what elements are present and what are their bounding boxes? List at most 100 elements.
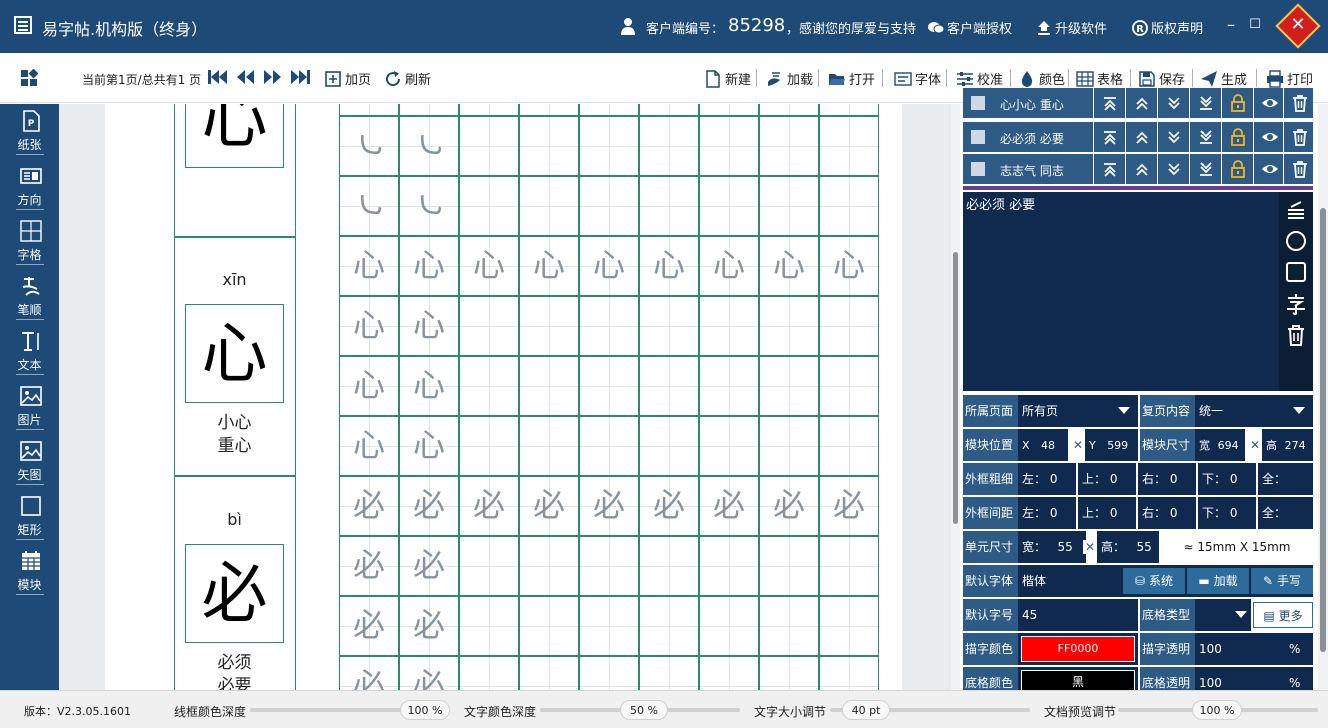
table-button[interactable]: 表格 bbox=[1076, 69, 1123, 88]
grid-cell[interactable] bbox=[519, 356, 579, 416]
height-field[interactable]: 高 274 bbox=[1262, 429, 1313, 461]
grid-cell[interactable] bbox=[639, 416, 699, 476]
open-button[interactable]: 打开 bbox=[828, 69, 875, 88]
first-page-icon[interactable] bbox=[206, 67, 228, 87]
sidebar-item-orientation[interactable]: 方向 bbox=[0, 161, 59, 213]
text-editor[interactable]: 必必须 必要 bbox=[963, 192, 1313, 391]
font-value-field[interactable]: 楷体 bbox=[1018, 565, 1122, 597]
copyright-link[interactable]: R 版权声明 bbox=[1132, 18, 1203, 37]
cell-width-field[interactable]: 宽： 55 bbox=[1018, 531, 1086, 563]
text-depth-value[interactable]: 50 % bbox=[620, 700, 668, 720]
grid-cell[interactable] bbox=[699, 176, 759, 236]
maximize-button[interactable]: ☐ bbox=[1244, 14, 1266, 36]
font-button[interactable]: 字体 bbox=[894, 69, 941, 88]
grid-cell[interactable]: 心 bbox=[399, 416, 459, 476]
cell-height-field[interactable]: 高： 55 bbox=[1097, 531, 1159, 563]
sidebar-item-picture[interactable]: 图片 bbox=[0, 381, 59, 433]
link-icon[interactable]: ✕ bbox=[1083, 540, 1097, 554]
grid-cell[interactable] bbox=[579, 356, 639, 416]
lock-button[interactable] bbox=[1221, 88, 1253, 119]
grid-cell[interactable]: 必 bbox=[699, 476, 759, 536]
grid-cell[interactable] bbox=[519, 536, 579, 596]
line-depth-value[interactable]: 100 % bbox=[400, 700, 450, 720]
grid-cell[interactable] bbox=[459, 356, 519, 416]
trace-color-swatch[interactable]: FF0000 bbox=[1021, 636, 1135, 662]
grid-cell[interactable]: 心 bbox=[339, 416, 399, 476]
grid-cell[interactable] bbox=[819, 176, 879, 236]
grid-cell[interactable] bbox=[519, 656, 579, 690]
minimize-button[interactable]: – bbox=[1220, 14, 1242, 36]
grid-cell[interactable] bbox=[639, 176, 699, 236]
grid-cell[interactable] bbox=[579, 296, 639, 356]
upgrade-link[interactable]: 升级软件 bbox=[1036, 18, 1107, 37]
grid-cell[interactable]: 必 bbox=[579, 476, 639, 536]
grid-cell[interactable] bbox=[639, 296, 699, 356]
sidebar-item-text[interactable]: 文本 bbox=[0, 326, 59, 378]
grid-cell[interactable]: 必 bbox=[819, 476, 879, 536]
circle-icon[interactable] bbox=[1285, 230, 1307, 252]
grid-cell[interactable]: 心 bbox=[339, 296, 399, 356]
chevrons-bottom-button[interactable] bbox=[1189, 122, 1221, 153]
chevrons-top-button[interactable] bbox=[1093, 88, 1125, 119]
grid-cell[interactable]: 心 bbox=[339, 356, 399, 416]
grid-cell[interactable] bbox=[639, 116, 699, 176]
sidebar-item-grid-cell[interactable]: 字格 bbox=[0, 216, 59, 268]
grid-cell[interactable] bbox=[819, 296, 879, 356]
sidebar-item-rectangle[interactable]: 矩形 bbox=[0, 491, 59, 543]
scrollbar-thumb[interactable] bbox=[953, 252, 958, 524]
grid-cell[interactable]: 心 bbox=[399, 236, 459, 296]
grid-cell[interactable] bbox=[339, 104, 399, 116]
square-icon[interactable] bbox=[1285, 261, 1307, 283]
grid-cell[interactable] bbox=[579, 536, 639, 596]
trace-alpha-field[interactable]: 100 % bbox=[1195, 633, 1313, 665]
visibility-button[interactable] bbox=[1253, 122, 1285, 153]
grid-cell[interactable] bbox=[519, 296, 579, 356]
grid-cell[interactable] bbox=[699, 116, 759, 176]
grid-cell[interactable] bbox=[759, 296, 819, 356]
sidebar-item-module[interactable]: 模块 bbox=[0, 546, 59, 598]
grid-cell[interactable]: 心 bbox=[519, 236, 579, 296]
last-page-icon[interactable] bbox=[290, 67, 312, 87]
grid-cell[interactable]: ㇃ bbox=[339, 116, 399, 176]
prev-page-icon[interactable] bbox=[234, 67, 256, 87]
grid-cell[interactable] bbox=[519, 104, 579, 116]
grid-cell[interactable]: 必 bbox=[459, 476, 519, 536]
grid-cell[interactable]: 必 bbox=[339, 476, 399, 536]
grid-cell[interactable] bbox=[759, 596, 819, 656]
grid-cell[interactable] bbox=[639, 656, 699, 690]
grid-cell[interactable]: 必 bbox=[399, 596, 459, 656]
x-field[interactable]: X 48 bbox=[1018, 429, 1068, 461]
grid-cell[interactable] bbox=[759, 104, 819, 116]
more-button[interactable]: ▤ 更多 bbox=[1253, 602, 1313, 628]
grid-cell[interactable] bbox=[519, 596, 579, 656]
sidebar-item-vector[interactable]: 矢图 bbox=[0, 436, 59, 488]
add-page-button[interactable]: 加页 bbox=[324, 69, 371, 88]
border-left-field[interactable]: 左： 0 bbox=[1018, 463, 1076, 495]
grid-cell[interactable] bbox=[759, 176, 819, 236]
dashboard-icon[interactable] bbox=[20, 69, 38, 87]
generate-button[interactable]: 生成 bbox=[1200, 69, 1247, 88]
grid-cell[interactable] bbox=[459, 104, 519, 116]
load-button[interactable]: 加载 bbox=[766, 69, 813, 88]
grid-cell[interactable] bbox=[819, 116, 879, 176]
grid-cell[interactable] bbox=[639, 104, 699, 116]
y-field[interactable]: Y 599 bbox=[1085, 429, 1138, 461]
chevrons-up-button[interactable] bbox=[1125, 88, 1157, 119]
visibility-button[interactable] bbox=[1253, 88, 1285, 119]
size-value-field[interactable]: 45 bbox=[1018, 599, 1138, 631]
grid-cell[interactable] bbox=[579, 176, 639, 236]
grid-cell[interactable] bbox=[699, 104, 759, 116]
layer-row[interactable]: 必必须 必要 bbox=[963, 122, 1313, 153]
delete-layer-button[interactable] bbox=[1283, 154, 1313, 185]
grid-cell[interactable]: 必 bbox=[339, 536, 399, 596]
page-select[interactable]: 所有页 bbox=[1018, 395, 1138, 427]
grid-cell[interactable] bbox=[519, 116, 579, 176]
grid-cell[interactable] bbox=[819, 104, 879, 116]
canvas-scrollbar[interactable] bbox=[951, 104, 960, 690]
grid-cell[interactable] bbox=[699, 596, 759, 656]
link-icon[interactable]: ✕ bbox=[1071, 438, 1085, 452]
grid-cell[interactable] bbox=[759, 356, 819, 416]
trash-icon[interactable] bbox=[1285, 324, 1307, 346]
visibility-button[interactable] bbox=[1253, 154, 1285, 185]
grid-cell[interactable] bbox=[759, 116, 819, 176]
